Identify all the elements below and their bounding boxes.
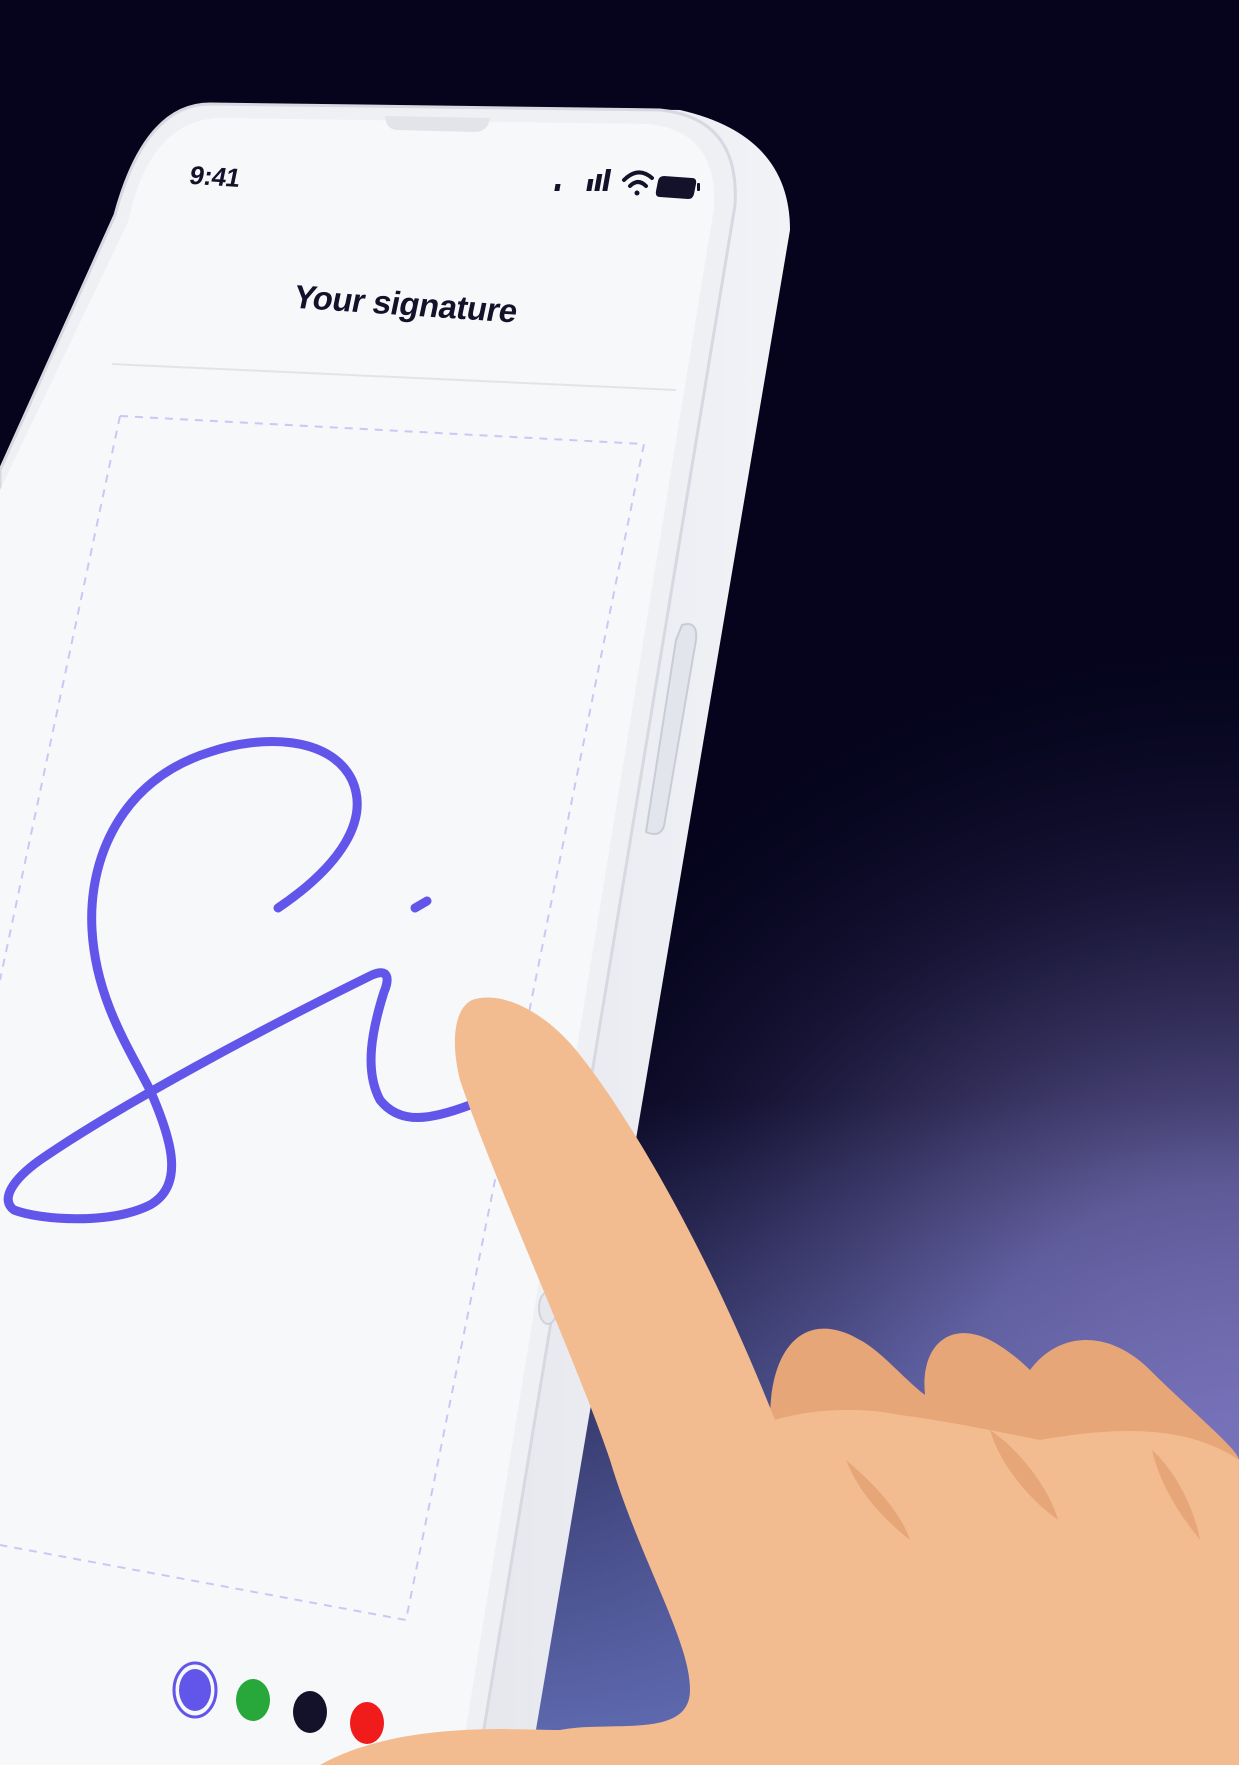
battery-icon <box>655 176 700 199</box>
promo-stage: 9:41 Your signature <box>0 0 1239 1765</box>
status-time: 9:41 <box>186 160 243 193</box>
color-option-red[interactable] <box>350 1702 384 1744</box>
color-option-green[interactable] <box>236 1679 270 1721</box>
color-option-purple[interactable] <box>172 1661 218 1719</box>
illustration-canvas <box>0 0 1239 1765</box>
signature-dot <box>410 896 432 913</box>
color-option-black[interactable] <box>293 1691 327 1733</box>
speaker-notch <box>385 116 490 132</box>
